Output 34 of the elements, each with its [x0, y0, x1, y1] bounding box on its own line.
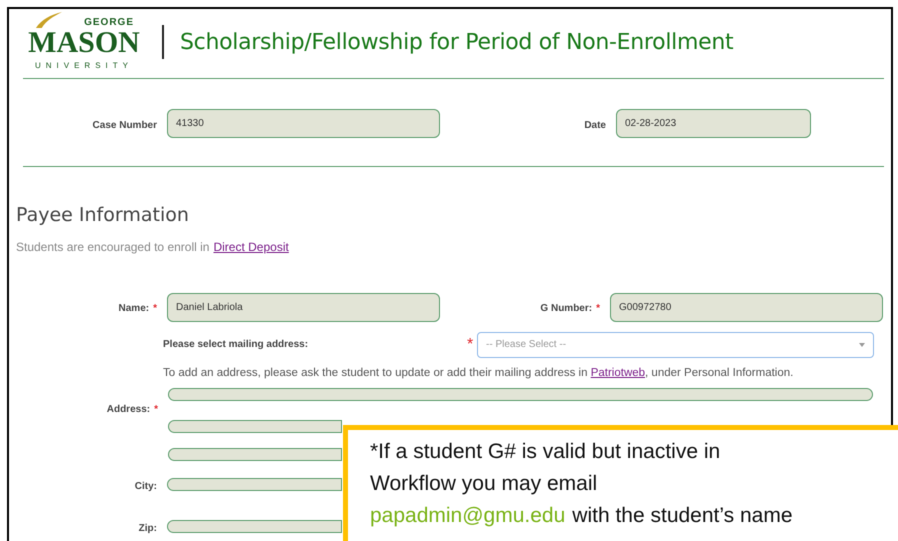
required-mark: *: [154, 404, 158, 415]
field-label: Name: *: [118, 303, 157, 314]
required-mark: *: [467, 336, 474, 352]
callout-text: *If a student G# is valid but inactive in: [370, 439, 720, 465]
required-mark: *: [153, 303, 157, 314]
enroll-note: Students are encouraged to enroll in: [16, 238, 210, 256]
required-mark: *: [596, 303, 600, 314]
callout-text: Workflow you may email: [370, 471, 598, 497]
callout-text: with the student’s name: [572, 503, 793, 529]
text-field[interactable]: [167, 478, 342, 492]
field-label: Date: [584, 120, 606, 130]
text-field[interactable]: G00972780: [610, 292, 883, 322]
logo-text: UNIVERSITY: [34, 60, 133, 72]
direct-deposit-link[interactable]: Direct Deposit: [213, 238, 289, 256]
field-label: Please select mailing address:: [163, 338, 310, 352]
text-field[interactable]: [168, 420, 342, 433]
text-field[interactable]: 41330: [167, 109, 440, 138]
text-field[interactable]: [168, 388, 873, 401]
text-field[interactable]: [168, 448, 342, 461]
logo-text: GEORGE: [84, 18, 134, 28]
text-field[interactable]: 02-28-2023: [616, 109, 811, 138]
text-field[interactable]: [167, 520, 342, 534]
logo-text: MASON: [28, 28, 140, 58]
text-field[interactable]: Daniel Labriola: [167, 292, 440, 322]
caret-icon: [859, 342, 865, 346]
section-heading: Payee Information: [16, 203, 189, 228]
field-label: Case Number: [92, 120, 157, 130]
patriotweb-link[interactable]: Patriotweb: [590, 366, 646, 378]
field-label: Zip:: [138, 522, 157, 534]
field-label: City:: [134, 480, 157, 492]
form-title: Scholarship/Fellowship for Period of Non-Enrollment: [180, 28, 734, 56]
field-label: G Number: *: [540, 303, 600, 314]
address-help-text: To add an address, please ask the student to update or add their mailing address in Patriotweb, under Personal Information.: [163, 366, 794, 380]
field-label: Address: *: [106, 404, 158, 415]
